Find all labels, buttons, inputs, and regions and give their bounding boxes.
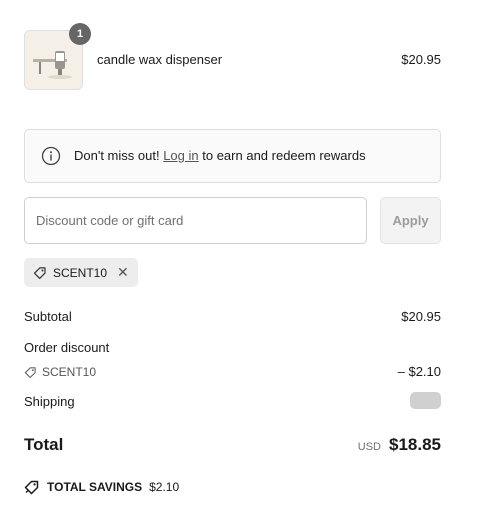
shipping-label: Shipping bbox=[24, 394, 75, 409]
order-discount-code: SCENT10 bbox=[24, 365, 96, 379]
product-price: $20.95 bbox=[401, 52, 441, 67]
shipping-value-placeholder bbox=[410, 392, 441, 409]
total-value: $18.85 bbox=[389, 435, 441, 454]
order-discount-code-text: SCENT10 bbox=[42, 365, 97, 379]
order-discount-value: – $2.10 bbox=[397, 364, 441, 379]
login-link[interactable]: Log in bbox=[163, 148, 198, 163]
apply-discount-button[interactable]: Apply bbox=[380, 197, 441, 244]
remove-discount-icon[interactable]: ✕ bbox=[117, 264, 129, 281]
discount-code-input[interactable] bbox=[24, 197, 367, 244]
rewards-notice: Don't miss out! Log in to earn and redee… bbox=[24, 129, 441, 183]
savings-tag-icon bbox=[24, 480, 39, 495]
notice-prefix: Don't miss out! bbox=[74, 148, 160, 163]
total-label: Total bbox=[24, 435, 64, 454]
notice-suffix: to earn and redeem rewards bbox=[202, 148, 366, 163]
subtotal-label: Subtotal bbox=[24, 309, 72, 324]
savings-label: TOTAL SAVINGS bbox=[47, 480, 143, 494]
currency-code: USD bbox=[357, 441, 381, 453]
product-name: candle wax dispenser bbox=[97, 52, 223, 67]
tag-icon bbox=[33, 266, 46, 279]
rewards-notice-text: Don't miss out! Log in to earn and redee… bbox=[74, 148, 366, 163]
total-savings: TOTAL SAVINGS $2.10 bbox=[24, 479, 179, 495]
info-icon bbox=[41, 146, 61, 166]
subtotal-value: $20.95 bbox=[401, 309, 441, 324]
quantity-badge: 1 bbox=[69, 23, 91, 45]
applied-discount-chip: SCENT10 ✕ bbox=[24, 258, 138, 287]
total-value-group: USD $18.85 bbox=[358, 435, 441, 455]
savings-value: $2.10 bbox=[149, 480, 180, 494]
tag-icon bbox=[24, 366, 36, 378]
applied-discount-code: SCENT10 bbox=[53, 265, 108, 280]
order-discount-label: Order discount bbox=[24, 340, 110, 355]
